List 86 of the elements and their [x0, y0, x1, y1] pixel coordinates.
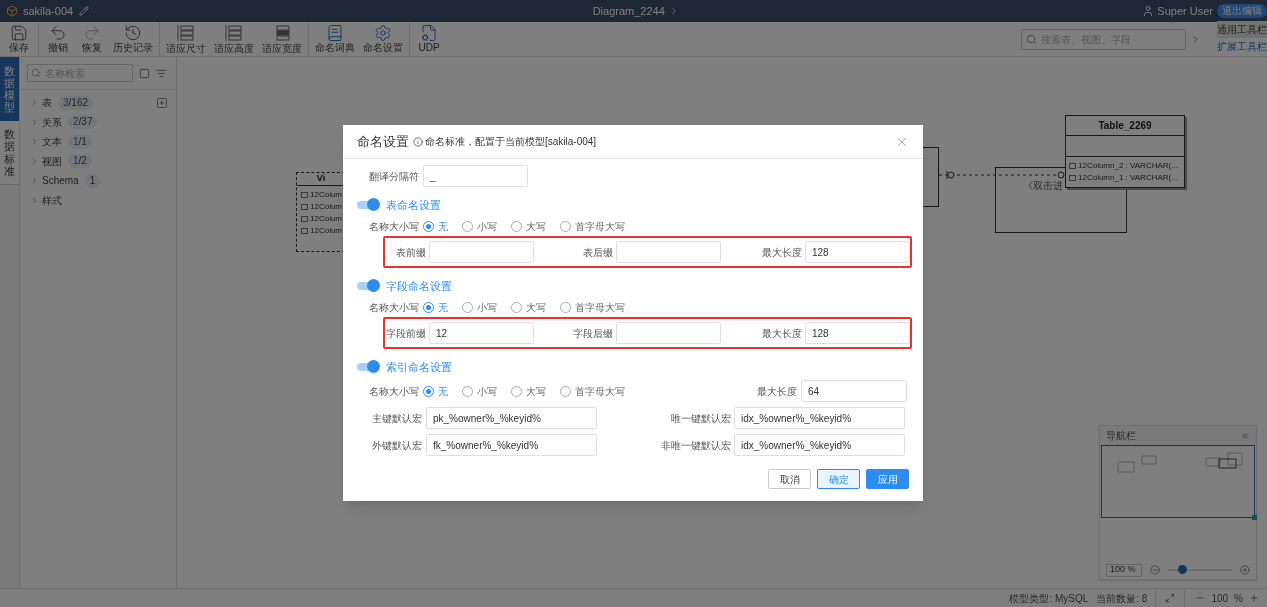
radio-option[interactable]: 无 — [423, 218, 448, 234]
diagram-title: Diagram_2244 — [592, 3, 665, 19]
column-name: 12Colum — [310, 213, 342, 225]
count-badge: 1/2 — [68, 154, 92, 169]
input-field[interactable]: idx_%owner%_%keyid% — [734, 434, 905, 456]
radio-option[interactable]: 小写 — [462, 383, 497, 399]
item-count: 当前数量: 8 — [1096, 591, 1148, 606]
count-badge: 1 — [84, 173, 101, 188]
tree-item[interactable]: 样式 — [20, 190, 176, 210]
section-title: 表命名设置 — [386, 197, 441, 213]
radio-option[interactable]: 无 — [423, 383, 448, 399]
radio-option[interactable]: 首字母大写 — [560, 218, 625, 234]
radio-option[interactable]: 大写 — [511, 383, 546, 399]
toolbar-button[interactable]: 历史记录 — [109, 22, 157, 56]
side-tab[interactable]: 数据模型 — [0, 57, 19, 121]
input-field[interactable]: idx_%owner%_%keyid% — [734, 407, 905, 429]
field-label: 表前缀 — [396, 245, 426, 260]
field-label: 非唯一键默认宏 — [661, 438, 731, 453]
field-label: 最大长度 — [762, 326, 802, 341]
toolbar-button[interactable]: 适应高度 — [210, 22, 258, 56]
column-name: 12Colum — [310, 189, 342, 201]
node-title: Vi — [316, 172, 326, 186]
node-title: Table_2269 — [1098, 119, 1152, 133]
max-length-field[interactable]: 64 — [801, 380, 907, 402]
zoom-unit: % — [1234, 591, 1243, 606]
tree-item[interactable]: 视图 1/2 — [20, 151, 176, 171]
exit-edit-button[interactable]: 退出编辑 — [1217, 4, 1267, 18]
input-field[interactable]: 128 — [805, 241, 910, 263]
separator-field[interactable]: _ — [423, 165, 528, 187]
tree-item[interactable]: Schema 1 — [20, 171, 176, 191]
count-badge: 2/37 — [68, 115, 98, 130]
toolbar-button[interactable]: UDP — [412, 22, 446, 56]
field-label: 名称大小写 — [369, 300, 420, 315]
project-name: sakila-004 — [23, 3, 74, 19]
input-field[interactable]: 12 — [429, 322, 534, 344]
radio-option[interactable]: 无 — [423, 299, 448, 315]
field-label: 主键默认宏 — [371, 411, 423, 426]
radio-option[interactable]: 大写 — [511, 299, 546, 315]
table-node[interactable]: Table_2269 12Column_2 : VARCHAR(... 12Column_1 : VARCHAR(... — [1065, 115, 1185, 188]
toolbar-button[interactable]: 恢复 — [75, 22, 109, 56]
dialog-button[interactable]: 确定 — [817, 469, 860, 489]
section-title: 字段命名设置 — [386, 278, 452, 294]
dialog-title: 命名设置 — [357, 132, 409, 151]
model-type: 模型类型: MySQL — [1009, 591, 1089, 606]
toolbar-button[interactable]: 适应尺寸 — [162, 22, 210, 56]
panel-title: 导航栏 — [1106, 429, 1136, 443]
field-label: 唯一键默认宏 — [671, 411, 731, 426]
side-tab[interactable]: 数据标准 — [0, 121, 19, 185]
count-badge: 3/162 — [58, 95, 94, 110]
field-label: 表后缀 — [583, 245, 613, 260]
user-name: Super User — [1157, 3, 1213, 19]
field-label: 外键默认宏 — [371, 438, 423, 453]
input-field[interactable]: pk_%owner%_%keyid% — [426, 407, 597, 429]
radio-option[interactable]: 首字母大写 — [560, 383, 625, 399]
field-label: 名称大小写 — [369, 384, 420, 399]
hint-text: 《双击进 — [1023, 179, 1063, 193]
tree-item[interactable]: 关系 2/37 — [20, 112, 176, 132]
field-label: 最大长度 — [757, 384, 797, 399]
radio-option[interactable]: 小写 — [462, 299, 497, 315]
tree-item[interactable]: 文本 1/1 — [20, 132, 176, 152]
count-badge: 1/1 — [68, 134, 92, 149]
dialog-button[interactable]: 应用 — [866, 469, 909, 489]
toolbar-button[interactable]: 适应宽度 — [258, 22, 306, 56]
zoom-value: 100 — [1211, 591, 1229, 606]
radio-option[interactable]: 小写 — [462, 218, 497, 234]
toolbar-button[interactable]: 命名词典 — [311, 22, 359, 56]
column-name: 12Column_1 : VARCHAR(... — [1078, 172, 1178, 184]
input-field[interactable]: 128 — [805, 322, 910, 344]
toolbar-tab[interactable]: 扩展工具栏 — [1217, 38, 1267, 55]
zoom-field[interactable]: 100 % — [1106, 563, 1142, 577]
column-name: 12Colum — [310, 225, 342, 237]
tree-item[interactable]: 表 3/162 — [20, 93, 176, 113]
radio-option[interactable]: 大写 — [511, 218, 546, 234]
dialog-button[interactable]: 取消 — [768, 469, 811, 489]
column-name: 12Column_2 : VARCHAR(... — [1078, 160, 1178, 172]
input-field[interactable]: fk_%owner%_%keyid% — [426, 434, 597, 456]
section-title: 索引命名设置 — [386, 359, 452, 375]
dialog-hint: 命名标准，配置于当前模型[sakila-004] — [425, 135, 597, 149]
column-name: 12Colum — [310, 201, 342, 213]
field-label: 最大长度 — [762, 245, 802, 260]
toolbar-button[interactable]: 命名设置 — [359, 22, 407, 56]
field-label: 字段前缀 — [386, 326, 426, 341]
radio-option[interactable]: 首字母大写 — [560, 299, 625, 315]
toolbar-button[interactable]: 撤销 — [41, 22, 75, 56]
field-label: 字段后缀 — [573, 326, 613, 341]
toolbar-button[interactable]: 保存 — [2, 22, 36, 56]
